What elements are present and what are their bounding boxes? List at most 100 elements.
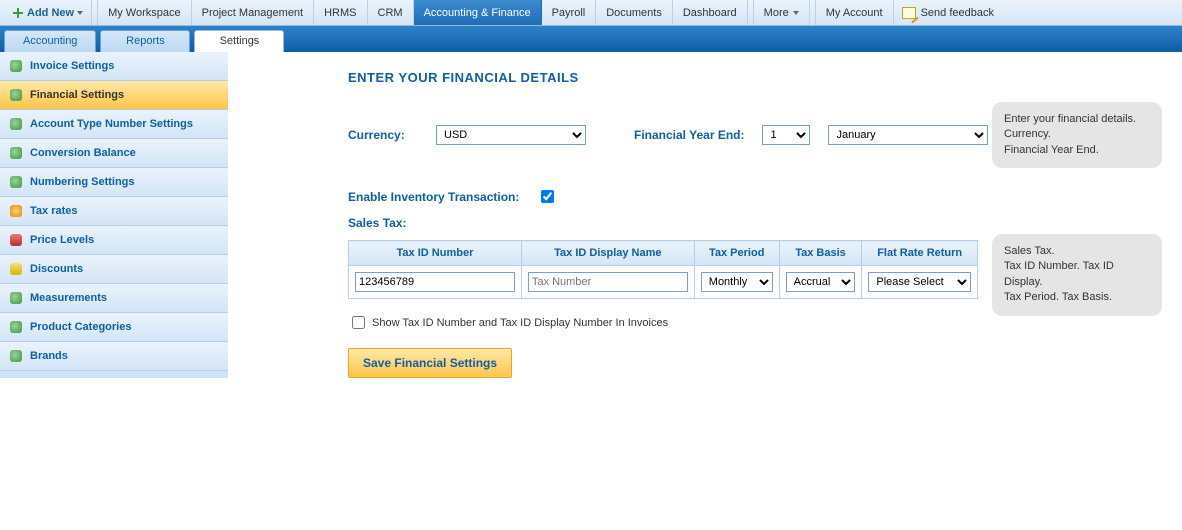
chevron-down-icon bbox=[77, 11, 83, 15]
sales-tax-label: Sales Tax: bbox=[348, 216, 1158, 230]
show-tax-row: Show Tax ID Number and Tax ID Display Nu… bbox=[348, 313, 1158, 332]
sidebar-item-label: Invoice Settings bbox=[30, 60, 114, 72]
sidebar-item-label: Financial Settings bbox=[30, 89, 124, 101]
main-area: Invoice Settings Financial Settings Accoun… bbox=[0, 52, 1182, 378]
note-icon bbox=[902, 7, 916, 19]
sidebar-item-1[interactable]: Financial Settings bbox=[0, 81, 228, 110]
sub-menubar: Accounting Reports Settings bbox=[0, 26, 1182, 52]
sidebar-icon bbox=[8, 203, 24, 219]
menu-item-label: Payroll bbox=[552, 7, 586, 19]
menu-item-label: HRMS bbox=[324, 7, 356, 19]
sidebar-item-6[interactable]: Price Levels bbox=[0, 226, 228, 255]
menu-item-label: Project Management bbox=[202, 7, 304, 19]
menu-item-0[interactable]: My Workspace bbox=[98, 0, 192, 25]
sidebar-icon bbox=[8, 290, 24, 306]
tax-id-number-input[interactable] bbox=[355, 272, 515, 292]
sidebar-item-label: Product Categories bbox=[30, 321, 131, 333]
content-area: ENTER YOUR FINANCIAL DETAILS Currency: U… bbox=[228, 52, 1182, 378]
th-flat-rate: Flat Rate Return bbox=[862, 241, 978, 266]
th-tax-period: Tax Period bbox=[694, 241, 779, 266]
send-feedback-button[interactable]: Send feedback bbox=[894, 0, 1002, 25]
sidebar-item-9[interactable]: Product Categories bbox=[0, 313, 228, 342]
add-new-button[interactable]: Add New bbox=[4, 0, 92, 25]
enable-inventory-checkbox[interactable] bbox=[541, 190, 554, 203]
sidebar-item-0[interactable]: Invoice Settings bbox=[0, 52, 228, 81]
menu-item-label: Dashboard bbox=[683, 7, 737, 19]
sidebar-item-label: Numbering Settings bbox=[30, 176, 135, 188]
menu-item-label: Accounting & Finance bbox=[424, 7, 531, 19]
sidebar-icon bbox=[8, 348, 24, 364]
sidebar-item-4[interactable]: Numbering Settings bbox=[0, 168, 228, 197]
menu-more[interactable]: More bbox=[754, 0, 810, 25]
sidebar-item-label: Measurements bbox=[30, 292, 107, 304]
sidebar-item-label: Account Type Number Settings bbox=[30, 118, 193, 130]
menu-item-3[interactable]: CRM bbox=[368, 0, 414, 25]
sidebar-item-2[interactable]: Account Type Number Settings bbox=[0, 110, 228, 139]
fye-month-select[interactable]: January bbox=[828, 125, 988, 145]
sidebar-item-8[interactable]: Measurements bbox=[0, 284, 228, 313]
plus-icon bbox=[12, 7, 24, 19]
sidebar-item-label: Tax rates bbox=[30, 205, 78, 217]
add-new-label: Add New bbox=[27, 7, 74, 19]
menu-item-7[interactable]: Dashboard bbox=[673, 0, 748, 25]
subtab-label: Accounting bbox=[23, 35, 77, 47]
sidebar-item-3[interactable]: Conversion Balance bbox=[0, 139, 228, 168]
tax-id-display-input[interactable] bbox=[528, 272, 688, 292]
sidebar-icon bbox=[8, 87, 24, 103]
menu-item-label: My Workspace bbox=[108, 7, 181, 19]
currency-label: Currency: bbox=[348, 128, 418, 142]
menu-item-label: CRM bbox=[378, 7, 403, 19]
sidebar-item-label: Price Levels bbox=[30, 234, 94, 246]
menu-item-6[interactable]: Documents bbox=[596, 0, 673, 25]
page-title: ENTER YOUR FINANCIAL DETAILS bbox=[348, 70, 1158, 85]
sidebar: Invoice Settings Financial Settings Accoun… bbox=[0, 52, 228, 378]
sidebar-icon bbox=[8, 58, 24, 74]
sidebar-icon bbox=[8, 261, 24, 277]
sidebar-item-label: Conversion Balance bbox=[30, 147, 136, 159]
th-tax-id-number: Tax ID Number bbox=[349, 241, 522, 266]
sidebar-item-10[interactable]: Brands bbox=[0, 342, 228, 371]
sales-tax-table: Tax ID Number Tax ID Display Name Tax Pe… bbox=[348, 240, 978, 299]
th-tax-basis: Tax Basis bbox=[779, 241, 862, 266]
currency-select[interactable]: USD bbox=[436, 125, 586, 145]
sidebar-icon bbox=[8, 116, 24, 132]
tip-financial-details: Enter your financial details. Currency. … bbox=[992, 102, 1162, 168]
sidebar-item-label: Discounts bbox=[30, 263, 83, 275]
tax-basis-select[interactable]: Accrual bbox=[786, 272, 856, 292]
sidebar-item-7[interactable]: Discounts bbox=[0, 255, 228, 284]
sidebar-item-label: Brands bbox=[30, 350, 68, 362]
chevron-down-icon bbox=[793, 11, 799, 15]
show-tax-checkbox[interactable] bbox=[352, 316, 365, 329]
show-tax-label: Show Tax ID Number and Tax ID Display Nu… bbox=[372, 317, 668, 329]
subtab-0[interactable]: Accounting bbox=[4, 30, 96, 52]
enable-inventory-row: Enable Inventory Transaction: bbox=[348, 187, 1158, 206]
enable-inventory-label: Enable Inventory Transaction: bbox=[348, 190, 519, 204]
sidebar-icon bbox=[8, 232, 24, 248]
menu-item-label: Documents bbox=[606, 7, 662, 19]
send-feedback-label: Send feedback bbox=[921, 7, 994, 19]
menu-my-account[interactable]: My Account bbox=[816, 0, 894, 25]
sidebar-item-5[interactable]: Tax rates bbox=[0, 197, 228, 226]
table-row: Monthly Accrual Please Select bbox=[349, 266, 978, 299]
menu-item-1[interactable]: Project Management bbox=[192, 0, 315, 25]
save-financial-settings-button[interactable]: Save Financial Settings bbox=[348, 348, 512, 378]
top-menubar: Add New My Workspace Project Management HR… bbox=[0, 0, 1182, 26]
sidebar-icon bbox=[8, 145, 24, 161]
sidebar-icon bbox=[8, 174, 24, 190]
subtab-1[interactable]: Reports bbox=[100, 30, 190, 52]
tip-sales-tax: Sales Tax. Tax ID Number. Tax ID Display… bbox=[992, 234, 1162, 316]
th-tax-id-display: Tax ID Display Name bbox=[521, 241, 694, 266]
subtab-label: Settings bbox=[220, 35, 260, 47]
menu-item-5[interactable]: Payroll bbox=[542, 0, 597, 25]
menu-my-account-label: My Account bbox=[826, 7, 883, 19]
menu-more-label: More bbox=[764, 7, 789, 19]
flat-rate-select[interactable]: Please Select bbox=[868, 272, 971, 292]
menu-item-2[interactable]: HRMS bbox=[314, 0, 367, 25]
menu-item-4[interactable]: Accounting & Finance bbox=[414, 0, 542, 25]
fye-day-select[interactable]: 1 bbox=[762, 125, 810, 145]
subtab-2[interactable]: Settings bbox=[194, 30, 284, 52]
subtab-label: Reports bbox=[126, 35, 165, 47]
tax-period-select[interactable]: Monthly bbox=[701, 272, 773, 292]
fye-label: Financial Year End: bbox=[634, 128, 744, 142]
sidebar-icon bbox=[8, 319, 24, 335]
